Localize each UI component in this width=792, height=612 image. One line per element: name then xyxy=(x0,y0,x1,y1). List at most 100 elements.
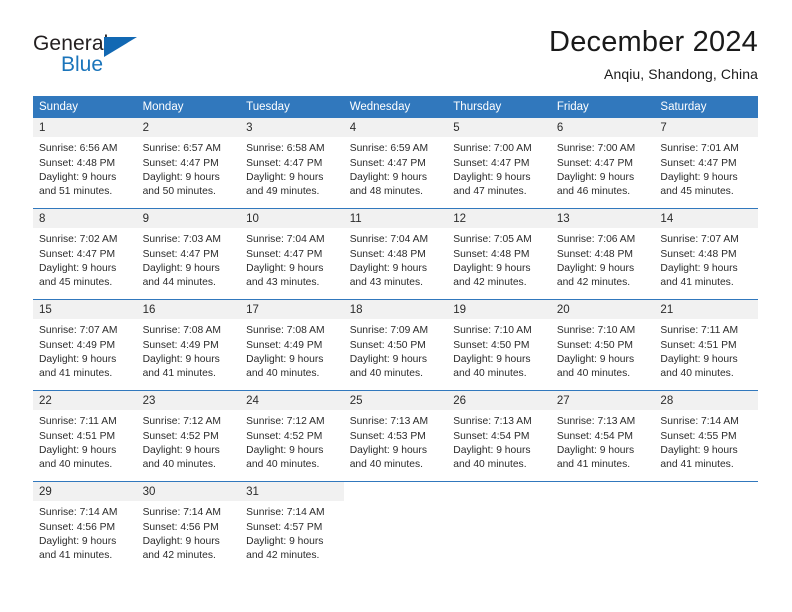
day-cell[interactable]: 23 Sunrise: 7:12 AM Sunset: 4:52 PM Dayl… xyxy=(136,391,241,474)
sunset-text: Sunset: 4:53 PM xyxy=(349,430,426,442)
day-cell[interactable]: 15 Sunrise: 7:07 AM Sunset: 4:49 PM Dayl… xyxy=(33,300,137,383)
day-number-bar: 6 xyxy=(550,118,655,138)
day-cell[interactable]: 10 Sunrise: 7:04 AM Sunset: 4:47 PM Dayl… xyxy=(240,209,344,292)
daylight-text-line2: and 43 minutes. xyxy=(246,277,320,289)
day-details: Sunrise: 7:08 AM Sunset: 4:49 PM Dayligh… xyxy=(240,319,344,381)
day-number: 6 xyxy=(556,122,564,135)
day-cell[interactable]: 11 Sunrise: 7:04 AM Sunset: 4:48 PM Dayl… xyxy=(343,209,448,292)
day-cell[interactable]: 4 Sunrise: 6:59 AM Sunset: 4:47 PM Dayli… xyxy=(343,118,448,201)
sunrise-text: Sunrise: 7:13 AM xyxy=(453,416,532,428)
day-cell[interactable]: 20 Sunrise: 7:10 AM Sunset: 4:50 PM Dayl… xyxy=(550,300,655,383)
day-cell[interactable]: 6 Sunrise: 7:00 AM Sunset: 4:47 PM Dayli… xyxy=(550,118,655,201)
day-cell[interactable]: 13 Sunrise: 7:06 AM Sunset: 4:48 PM Dayl… xyxy=(550,209,655,292)
daylight-text-line2: and 42 minutes. xyxy=(142,550,216,562)
day-number-bar: 20 xyxy=(550,300,655,320)
sunrise-text: Sunrise: 7:09 AM xyxy=(349,325,429,337)
day-cell[interactable]: 27 Sunrise: 7:13 AM Sunset: 4:54 PM Dayl… xyxy=(550,391,655,474)
sunset-text: Sunset: 4:49 PM xyxy=(142,339,219,351)
day-cell[interactable]: 26 Sunrise: 7:13 AM Sunset: 4:54 PM Dayl… xyxy=(447,391,551,474)
day-cell[interactable]: 30 Sunrise: 7:14 AM Sunset: 4:56 PM Dayl… xyxy=(136,482,241,565)
day-number-bar: 19 xyxy=(447,300,551,320)
sunrise-text: Sunrise: 7:08 AM xyxy=(246,325,325,337)
day-cell[interactable]: 12 Sunrise: 7:05 AM Sunset: 4:48 PM Dayl… xyxy=(447,209,551,292)
sunrise-text: Sunrise: 7:11 AM xyxy=(660,325,739,337)
day-cell-empty xyxy=(447,482,551,565)
sunset-text: Sunset: 4:47 PM xyxy=(660,157,737,169)
daylight-text-line2: and 40 minutes. xyxy=(246,459,320,471)
daylight-text-line1: Daylight: 9 hours xyxy=(349,353,427,365)
day-details: Sunrise: 7:11 AM Sunset: 4:51 PM Dayligh… xyxy=(33,410,137,472)
daylight-text-line2: and 41 minutes. xyxy=(660,277,734,289)
day-number: 11 xyxy=(349,213,362,226)
daylight-text-line1: Daylight: 9 hours xyxy=(39,444,117,456)
day-details: Sunrise: 7:01 AM Sunset: 4:47 PM Dayligh… xyxy=(654,137,758,199)
weekday-header-row: Sunday Monday Tuesday Wednesday Thursday… xyxy=(33,96,758,119)
day-details: Sunrise: 7:14 AM Sunset: 4:56 PM Dayligh… xyxy=(137,501,241,563)
daylight-text-line2: and 51 minutes. xyxy=(39,186,113,198)
sunset-text: Sunset: 4:48 PM xyxy=(556,248,633,260)
day-number: 29 xyxy=(39,486,52,499)
day-number-bar xyxy=(343,482,448,502)
day-details: Sunrise: 6:57 AM Sunset: 4:47 PM Dayligh… xyxy=(137,137,241,199)
day-number: 5 xyxy=(453,122,460,135)
day-number: 22 xyxy=(39,395,52,408)
day-cell[interactable]: 22 Sunrise: 7:11 AM Sunset: 4:51 PM Dayl… xyxy=(33,391,137,474)
daylight-text-line1: Daylight: 9 hours xyxy=(142,262,220,274)
daylight-text-line2: and 42 minutes. xyxy=(556,277,631,289)
day-number-bar: 22 xyxy=(33,391,137,411)
day-details: Sunrise: 7:05 AM Sunset: 4:48 PM Dayligh… xyxy=(447,228,551,290)
sunset-text: Sunset: 4:47 PM xyxy=(556,157,633,169)
daylight-text-line1: Daylight: 9 hours xyxy=(660,444,738,456)
daylight-text-line1: Daylight: 9 hours xyxy=(246,444,324,456)
day-number-bar: 8 xyxy=(33,209,137,229)
day-cell[interactable]: 21 Sunrise: 7:11 AM Sunset: 4:51 PM Dayl… xyxy=(654,300,758,383)
day-cell[interactable]: 29 Sunrise: 7:14 AM Sunset: 4:56 PM Dayl… xyxy=(33,482,137,565)
daylight-text-line1: Daylight: 9 hours xyxy=(660,262,738,274)
day-cell-empty xyxy=(550,482,655,565)
day-number: 15 xyxy=(39,304,52,317)
sunset-text: Sunset: 4:48 PM xyxy=(660,248,737,260)
day-number: 17 xyxy=(246,304,259,317)
day-details: Sunrise: 7:14 AM Sunset: 4:55 PM Dayligh… xyxy=(654,410,758,472)
day-cell[interactable]: 8 Sunrise: 7:02 AM Sunset: 4:47 PM Dayli… xyxy=(33,209,137,292)
day-cell[interactable]: 25 Sunrise: 7:13 AM Sunset: 4:53 PM Dayl… xyxy=(343,391,448,474)
daylight-text-line2: and 40 minutes. xyxy=(660,368,734,380)
sunrise-text: Sunrise: 7:03 AM xyxy=(142,234,221,246)
day-number: 7 xyxy=(660,122,667,135)
logo-triangle-icon xyxy=(104,37,137,57)
day-number-bar: 14 xyxy=(654,209,758,229)
sunrise-text: Sunrise: 7:14 AM xyxy=(246,507,325,519)
daylight-text-line1: Daylight: 9 hours xyxy=(246,535,324,547)
day-number-bar xyxy=(550,482,655,502)
daylight-text-line1: Daylight: 9 hours xyxy=(556,353,635,365)
day-number-bar: 13 xyxy=(550,209,655,229)
sunset-text: Sunset: 4:47 PM xyxy=(349,157,426,169)
general-blue-logo[interactable]: General Blue xyxy=(33,27,153,79)
sunrise-text: Sunrise: 7:12 AM xyxy=(142,416,221,428)
day-details: Sunrise: 7:02 AM Sunset: 4:47 PM Dayligh… xyxy=(33,228,137,290)
day-number: 2 xyxy=(142,122,149,135)
day-cell[interactable]: 3 Sunrise: 6:58 AM Sunset: 4:47 PM Dayli… xyxy=(240,118,344,201)
day-cell[interactable]: 28 Sunrise: 7:14 AM Sunset: 4:55 PM Dayl… xyxy=(654,391,758,474)
day-cell[interactable]: 19 Sunrise: 7:10 AM Sunset: 4:50 PM Dayl… xyxy=(447,300,551,383)
day-cell[interactable]: 7 Sunrise: 7:01 AM Sunset: 4:47 PM Dayli… xyxy=(654,118,758,201)
day-cell[interactable]: 9 Sunrise: 7:03 AM Sunset: 4:47 PM Dayli… xyxy=(136,209,241,292)
day-cell[interactable]: 18 Sunrise: 7:09 AM Sunset: 4:50 PM Dayl… xyxy=(343,300,448,383)
day-cell[interactable]: 24 Sunrise: 7:12 AM Sunset: 4:52 PM Dayl… xyxy=(240,391,344,474)
sunrise-text: Sunrise: 7:04 AM xyxy=(246,234,325,246)
sunset-text: Sunset: 4:47 PM xyxy=(453,157,530,169)
daylight-text-line2: and 41 minutes. xyxy=(660,459,734,471)
day-details: Sunrise: 7:00 AM Sunset: 4:47 PM Dayligh… xyxy=(551,137,655,199)
daylight-text-line1: Daylight: 9 hours xyxy=(660,353,738,365)
day-cell[interactable]: 1 Sunrise: 6:56 AM Sunset: 4:48 PM Dayli… xyxy=(33,118,137,201)
day-details: Sunrise: 7:07 AM Sunset: 4:49 PM Dayligh… xyxy=(33,319,137,381)
day-cell[interactable]: 16 Sunrise: 7:08 AM Sunset: 4:49 PM Dayl… xyxy=(136,300,241,383)
day-cell[interactable]: 17 Sunrise: 7:08 AM Sunset: 4:49 PM Dayl… xyxy=(240,300,344,383)
day-number-bar xyxy=(447,482,551,502)
day-cell[interactable]: 5 Sunrise: 7:00 AM Sunset: 4:47 PM Dayli… xyxy=(447,118,551,201)
day-cell[interactable]: 14 Sunrise: 7:07 AM Sunset: 4:48 PM Dayl… xyxy=(654,209,758,292)
day-number: 24 xyxy=(246,395,259,408)
day-cell[interactable]: 2 Sunrise: 6:57 AM Sunset: 4:47 PM Dayli… xyxy=(136,118,241,201)
day-number-bar: 11 xyxy=(343,209,448,229)
day-cell[interactable]: 31 Sunrise: 7:14 AM Sunset: 4:57 PM Dayl… xyxy=(240,482,344,565)
